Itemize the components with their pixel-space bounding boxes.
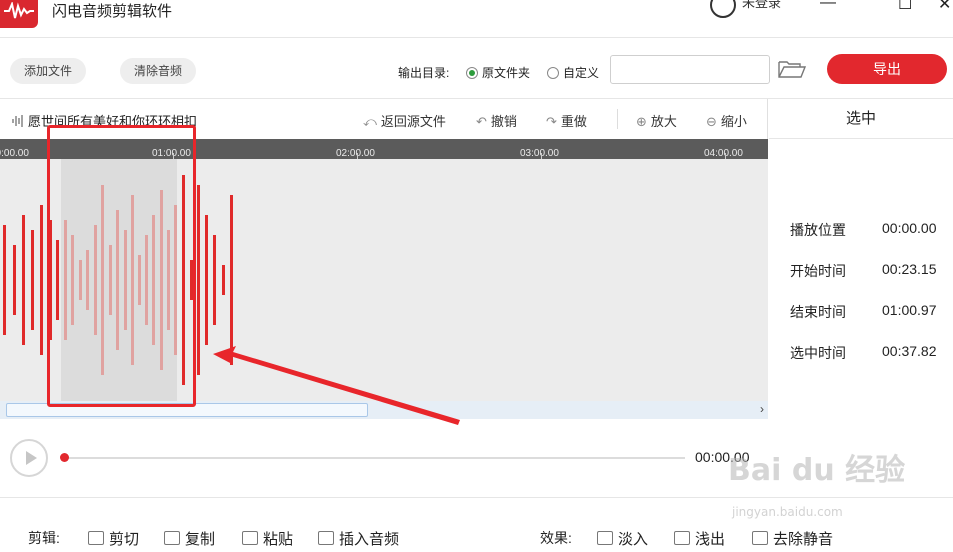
user-icon bbox=[710, 0, 736, 18]
radio-custom-folder[interactable]: 自定义 bbox=[547, 64, 599, 81]
selected-duration-value: 00:37.82 bbox=[882, 343, 937, 359]
waveform-bar bbox=[205, 215, 208, 345]
user-label: 未登录 bbox=[742, 0, 782, 10]
remove-silence-icon bbox=[752, 531, 768, 545]
start-time-label: 开始时间 bbox=[790, 263, 846, 279]
radio-custom-label: 自定义 bbox=[563, 66, 600, 80]
edit-label: 剪辑: bbox=[28, 530, 60, 546]
add-file-button[interactable]: 添加文件 bbox=[10, 58, 87, 84]
remove-silence-button[interactable]: 去除静音 bbox=[752, 528, 833, 549]
paste-button[interactable]: 粘贴 bbox=[242, 528, 293, 549]
play-position-value: 00:00.00 bbox=[882, 220, 937, 236]
fade-out-button[interactable]: 浅出 bbox=[674, 528, 725, 549]
app-logo bbox=[0, 0, 38, 28]
cut-button[interactable]: 剪切 bbox=[88, 528, 139, 549]
zoom-out-icon: ⊖ bbox=[706, 114, 717, 129]
scroll-right-icon[interactable]: › bbox=[760, 402, 764, 416]
title-bar: 闪电音频剪辑软件 未登录 — ☐ ✕ bbox=[0, 0, 953, 38]
cut-label: 剪切 bbox=[109, 531, 140, 548]
toolbar-divider bbox=[617, 109, 618, 129]
maximize-button[interactable]: ☐ bbox=[898, 0, 912, 14]
radio-dot bbox=[547, 67, 559, 79]
selected-duration-label: 选中时间 bbox=[790, 345, 846, 361]
insert-audio-label: 插入音频 bbox=[339, 531, 400, 548]
playback-handle[interactable] bbox=[60, 453, 69, 462]
radio-source-label: 原文件夹 bbox=[482, 66, 531, 80]
output-path-input[interactable] bbox=[610, 55, 770, 84]
undo-label: 撤销 bbox=[490, 114, 517, 129]
annotation-highlight-box bbox=[47, 125, 196, 407]
undo-button[interactable]: ↶ 撤销 bbox=[476, 111, 517, 130]
output-dir-label: 输出目录: bbox=[398, 66, 450, 80]
waveform-bar bbox=[13, 245, 16, 315]
app-title: 闪电音频剪辑软件 bbox=[52, 3, 173, 20]
end-time-value: 01:00.97 bbox=[882, 302, 937, 318]
waveform-bar bbox=[31, 230, 34, 330]
paste-label: 粘贴 bbox=[263, 531, 294, 548]
minimize-button[interactable]: — bbox=[820, 0, 836, 12]
zoom-out-label: 缩小 bbox=[720, 114, 747, 129]
waveform-bar bbox=[40, 205, 43, 355]
redo-label: 重做 bbox=[560, 114, 587, 129]
copy-button[interactable]: 复制 bbox=[164, 528, 215, 549]
zoom-in-label: 放大 bbox=[650, 114, 677, 129]
revert-icon: ⤺ bbox=[363, 114, 377, 129]
redo-icon: ↷ bbox=[546, 114, 557, 129]
redo-button[interactable]: ↷ 重做 bbox=[546, 111, 587, 130]
ruler-tick-label: 04:00.00 bbox=[704, 148, 743, 159]
close-button[interactable]: ✕ bbox=[938, 0, 951, 14]
audio-wave-icon bbox=[12, 115, 23, 127]
fade-out-label: 浅出 bbox=[695, 531, 726, 548]
revert-label: 返回源文件 bbox=[380, 114, 446, 129]
fade-in-button[interactable]: 淡入 bbox=[597, 528, 648, 549]
paste-icon bbox=[242, 531, 258, 545]
ruler-tick-label: 00:00.00 bbox=[0, 148, 29, 159]
revert-source-button[interactable]: ⤺ 返回源文件 bbox=[363, 111, 446, 130]
waveform-bar bbox=[230, 195, 233, 365]
remove-silence-label: 去除静音 bbox=[773, 531, 834, 548]
clear-audio-button[interactable]: 清除音频 bbox=[120, 58, 197, 84]
waveform-bar bbox=[213, 235, 216, 325]
fade-in-icon bbox=[597, 531, 613, 545]
cut-icon bbox=[88, 531, 104, 545]
copy-icon bbox=[164, 531, 180, 545]
export-button[interactable]: 导出 bbox=[827, 54, 947, 84]
insert-audio-button[interactable]: 插入音频 bbox=[318, 528, 399, 549]
waveform-bar bbox=[197, 185, 200, 375]
ruler-tick-label: 02:00.00 bbox=[336, 148, 375, 159]
waveform-bar bbox=[3, 225, 6, 335]
watermark-url: jingyan.baidu.com bbox=[732, 505, 843, 519]
selection-info-panel: 选中 播放位置 00:00.00 开始时间 00:23.15 结束时间 01:0… bbox=[769, 99, 953, 497]
watermark: Bai du 经验 bbox=[728, 453, 906, 488]
radio-dot-checked bbox=[466, 67, 478, 79]
playback-progress[interactable] bbox=[65, 457, 685, 459]
effect-label: 效果: bbox=[540, 530, 572, 546]
ruler-tick-label: 03:00.00 bbox=[520, 148, 559, 159]
waveform-bar bbox=[222, 265, 225, 295]
end-time-label: 结束时间 bbox=[790, 304, 846, 320]
insert-audio-icon bbox=[318, 531, 334, 545]
toolbar: 添加文件 清除音频 输出目录: 原文件夹 自定义 导出 bbox=[0, 39, 953, 99]
zoom-out-button[interactable]: ⊖ 缩小 bbox=[706, 111, 747, 130]
start-time-value: 00:23.15 bbox=[882, 261, 937, 277]
radio-source-folder[interactable]: 原文件夹 bbox=[466, 64, 530, 81]
undo-icon: ↶ bbox=[476, 114, 487, 129]
copy-label: 复制 bbox=[185, 531, 216, 548]
fade-out-icon bbox=[674, 531, 690, 545]
zoom-in-button[interactable]: ⊕ 放大 bbox=[636, 111, 677, 130]
fade-in-label: 淡入 bbox=[618, 531, 649, 548]
player-bar: 00:00.00 bbox=[0, 419, 768, 497]
play-button[interactable] bbox=[10, 439, 48, 477]
waveform-bar bbox=[22, 215, 25, 345]
folder-open-icon[interactable] bbox=[778, 59, 807, 84]
play-position-label: 播放位置 bbox=[790, 222, 846, 238]
zoom-in-icon: ⊕ bbox=[636, 114, 647, 129]
panel-title: 选中 bbox=[769, 99, 953, 139]
